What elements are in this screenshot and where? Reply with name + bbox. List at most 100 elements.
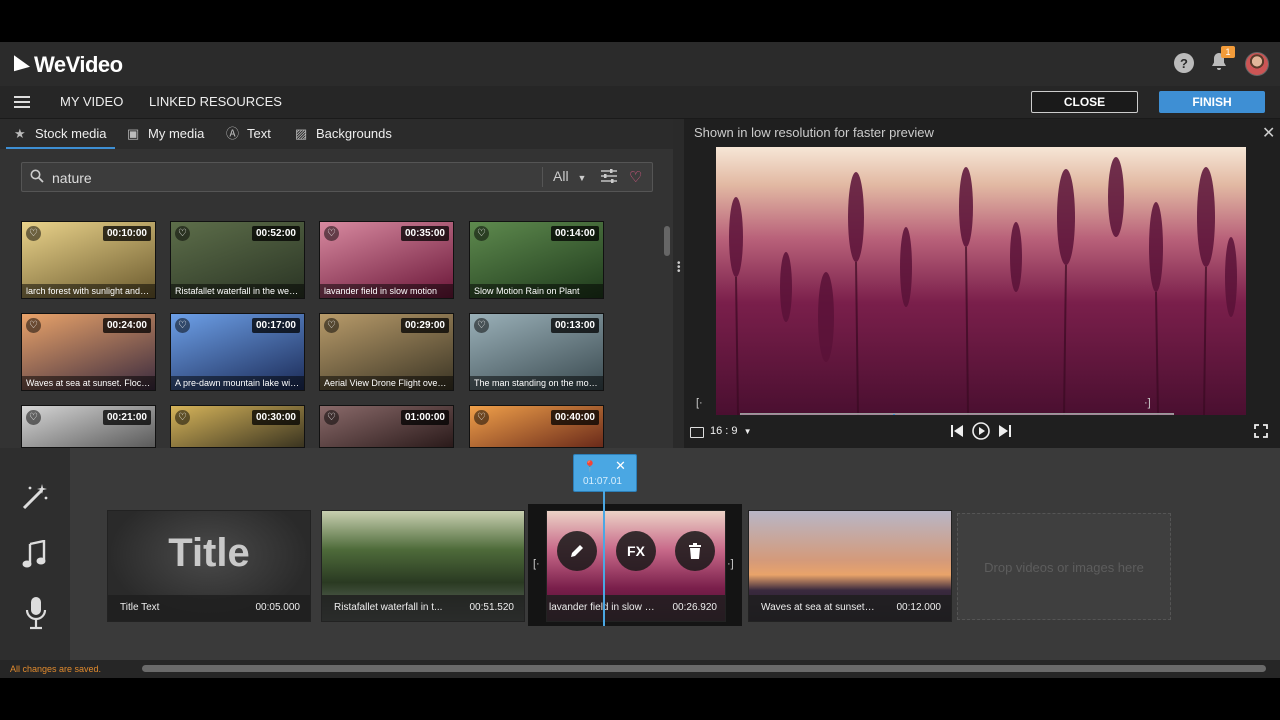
linked-resources-link[interactable]: LINKED RESOURCES — [149, 94, 282, 109]
favorite-heart-icon[interactable]: ♡ — [26, 318, 41, 333]
user-avatar[interactable] — [1245, 52, 1269, 76]
preview-trim-bar[interactable] — [740, 413, 1174, 415]
stock-thumbnail[interactable]: ♡ 00:24:00 Waves at sea at sunset. Flocks … — [21, 313, 156, 391]
stock-thumbnail[interactable]: ♡ 00:21:00 — [21, 405, 156, 448]
thumbnail-title: lavander field in slow motion — [320, 284, 453, 298]
thumbnail-duration: 00:21:00 — [102, 410, 151, 425]
thumbnail-title: Ristafallet waterfall in the west... — [171, 284, 304, 298]
close-button[interactable]: CLOSE — [1031, 91, 1138, 113]
favorite-heart-icon[interactable]: ♡ — [175, 226, 190, 241]
thumbnail-title: Slow Motion Rain on Plant — [470, 284, 603, 298]
text-icon: Ⓐ — [226, 125, 240, 141]
thumbnail-title: Aerial View Drone Flight over f... — [320, 376, 453, 390]
hamburger-menu-icon[interactable] — [14, 95, 30, 113]
search-bar: All ▼ ♡ — [21, 162, 653, 192]
playhead-line[interactable] — [603, 486, 605, 626]
my-video-link[interactable]: MY VIDEO — [60, 94, 123, 109]
stock-thumbnail[interactable]: ♡ 00:30:00 — [170, 405, 305, 448]
timeline-clip-waterfall[interactable]: Ristafallet waterfall in t... 00:51.520 — [321, 510, 525, 622]
trim-end-bracket-icon[interactable]: ·] — [1144, 397, 1151, 409]
thumbnail-duration: 00:14:00 — [550, 226, 599, 241]
favorite-heart-icon[interactable]: ♡ — [26, 226, 41, 241]
favorite-heart-icon[interactable]: ♡ — [26, 410, 41, 425]
stock-thumbnail[interactable]: ♡ 00:29:00 Aerial View Drone Flight over f… — [319, 313, 454, 391]
music-note-icon[interactable] — [22, 539, 48, 575]
caret-down-icon: ▼ — [743, 427, 752, 436]
favorite-heart-icon[interactable]: ♡ — [175, 410, 190, 425]
drop-zone[interactable]: Drop videos or images here — [957, 513, 1171, 620]
tab-my-media[interactable]: ▣ My media — [119, 119, 212, 147]
stock-thumbnail[interactable]: ♡ 00:40:00 — [469, 405, 604, 448]
preview-resolution-note: Shown in low resolution for faster previ… — [694, 125, 934, 140]
image-icon: ▨ — [295, 125, 308, 141]
thumbnail-duration: 00:24:00 — [102, 318, 151, 333]
filter-settings-icon[interactable] — [601, 169, 617, 188]
camera-folder-icon: ▣ — [127, 125, 140, 141]
close-preview-icon[interactable]: ✕ — [1262, 123, 1275, 143]
panel-resize-handle[interactable]: • • • — [673, 119, 684, 448]
skip-forward-icon[interactable] — [998, 424, 1012, 443]
timeline-tools — [0, 448, 70, 660]
logo-text: WeVideo — [34, 52, 123, 77]
clip-duration: 00:26.920 — [672, 602, 718, 613]
trim-start-bracket-icon[interactable]: [· — [696, 397, 703, 409]
media-grid-scrollbar[interactable] — [664, 226, 670, 256]
clip-duration: 00:12.000 — [896, 602, 942, 613]
clip-trim-end-icon[interactable]: ·] — [727, 558, 734, 570]
top-header: WeVideo ? 1 — [0, 42, 1280, 87]
preview-controls: 16 : 9 ▼ — [684, 419, 1280, 448]
timeline-clip-title[interactable]: Title Title Text 00:05.000 — [107, 510, 311, 622]
timeline: Title Title Text 00:05.000 Ristafallet w… — [70, 448, 1280, 660]
wevideo-logo[interactable]: WeVideo — [14, 52, 123, 78]
thumbnail-duration: 00:29:00 — [400, 318, 449, 333]
favorite-heart-icon[interactable]: ♡ — [175, 318, 190, 333]
stock-thumbnail[interactable]: ♡ 00:52:00 Ristafallet waterfall in the we… — [170, 221, 305, 299]
timeline-clip-lavender[interactable]: FX lavander field in slow m... 00:26.920 — [546, 510, 726, 622]
thumbnail-duration: 00:17:00 — [251, 318, 300, 333]
tab-stock-media[interactable]: ★ Stock media — [6, 119, 115, 149]
notification-badge: 1 — [1221, 46, 1235, 58]
media-filter-select[interactable]: All ▼ — [553, 168, 586, 184]
drag-dots-icon: • • • — [677, 258, 681, 277]
fullscreen-icon[interactable] — [1254, 424, 1268, 443]
search-input[interactable] — [50, 167, 534, 189]
favorite-heart-icon[interactable]: ♡ — [324, 226, 339, 241]
clip-duration: 00:51.520 — [469, 602, 515, 613]
timeline-horizontal-scrollbar[interactable] — [142, 665, 1266, 672]
stock-thumbnail[interactable]: ♡ 00:10:00 larch forest with sunlight and … — [21, 221, 156, 299]
favorite-heart-icon[interactable]: ♡ — [324, 318, 339, 333]
clip-fx-button[interactable]: FX — [616, 531, 656, 571]
timeline-clip-waves[interactable]: Waves at sea at sunset. ... 00:12.000 — [748, 510, 952, 622]
preview-scrub-line[interactable] — [893, 414, 895, 415]
tab-text[interactable]: Ⓐ Text — [218, 119, 279, 147]
delete-clip-trash-icon[interactable] — [675, 531, 715, 571]
playhead-marker[interactable]: 📍 ✕ 01:07.01 — [573, 454, 637, 492]
magic-wand-icon[interactable] — [20, 482, 50, 517]
save-status: All changes are saved. — [10, 664, 102, 674]
favorite-heart-icon[interactable]: ♡ — [474, 226, 489, 241]
edit-clip-pencil-icon[interactable] — [557, 531, 597, 571]
thumbnail-title: The man standing on the moun... — [470, 376, 603, 390]
help-icon[interactable]: ? — [1174, 53, 1194, 73]
search-icon — [30, 169, 44, 188]
finish-button[interactable]: FINISH — [1159, 91, 1265, 113]
close-marker-icon[interactable]: ✕ — [615, 458, 626, 474]
clip-trim-start-icon[interactable]: [· — [533, 558, 540, 570]
skip-back-icon[interactable] — [950, 424, 964, 443]
tab-backgrounds[interactable]: ▨ Backgrounds — [287, 119, 400, 147]
stock-thumbnail[interactable]: ♡ 00:13:00 The man standing on the moun... — [469, 313, 604, 391]
stock-thumbnail[interactable]: ♡ 00:35:00 lavander field in slow motion — [319, 221, 454, 299]
thumbnail-title: A pre-dawn mountain lake wit... — [171, 376, 304, 390]
stock-thumbnail[interactable]: ♡ 01:00:00 — [319, 405, 454, 448]
aspect-ratio-select[interactable]: 16 : 9 ▼ — [710, 425, 752, 437]
thumbnail-duration: 00:40:00 — [550, 410, 599, 425]
favorite-heart-icon[interactable]: ♡ — [474, 318, 489, 333]
favorites-heart-icon[interactable]: ♡ — [629, 168, 642, 186]
microphone-icon[interactable] — [25, 596, 47, 635]
play-icon[interactable] — [972, 422, 990, 445]
stock-thumbnail[interactable]: ♡ 00:14:00 Slow Motion Rain on Plant — [469, 221, 604, 299]
stock-thumbnail[interactable]: ♡ 00:17:00 A pre-dawn mountain lake wit... — [170, 313, 305, 391]
marker-pin-icon[interactable]: 📍 — [583, 460, 597, 473]
favorite-heart-icon[interactable]: ♡ — [474, 410, 489, 425]
favorite-heart-icon[interactable]: ♡ — [324, 410, 339, 425]
